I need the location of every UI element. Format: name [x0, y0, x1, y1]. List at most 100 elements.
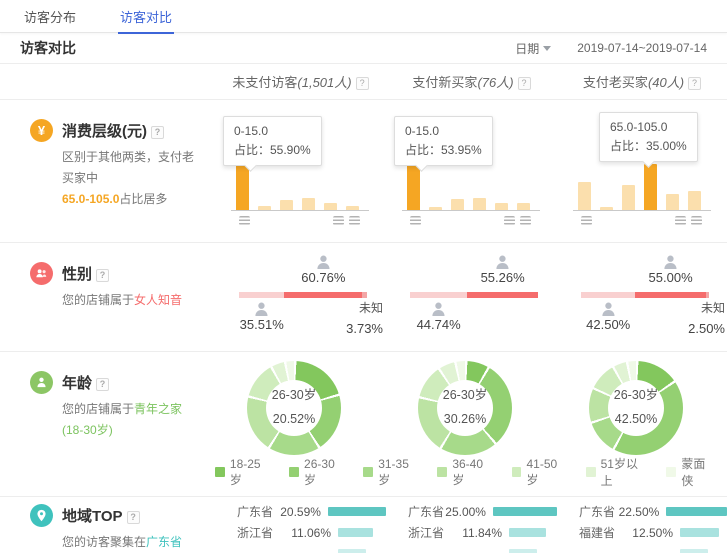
column-count: (76人): [477, 75, 513, 90]
male-percent: 42.50%: [586, 317, 630, 332]
female-stat: 55.00%: [649, 255, 693, 285]
consume-bar[interactable]: [324, 203, 337, 210]
region-bar: [328, 507, 386, 516]
region-row: 浙江省11.06%: [237, 522, 386, 543]
donut-chart[interactable]: 26-30岁 42.50%: [589, 361, 683, 455]
help-icon[interactable]: ?: [127, 511, 140, 524]
region-row: 福建省12.50%: [579, 522, 727, 543]
region-percent: 20.59%: [278, 505, 321, 519]
axis-label-glyph: [581, 216, 592, 225]
donut-chart[interactable]: 26-30岁 30.26%: [418, 361, 512, 455]
gender-chart-repeat-buyer: 55.00% 42.50% 未知 2.50%: [557, 243, 727, 351]
consume-bar[interactable]: [280, 200, 293, 210]
consume-bar[interactable]: [407, 164, 420, 210]
gender-highlight: 女人知音: [134, 293, 182, 307]
help-icon[interactable]: ?: [96, 269, 109, 282]
chart-tooltip: 0-15.0 占比：55.90%: [223, 116, 322, 166]
tooltip-share: 占比：53.95%: [405, 141, 482, 160]
date-dropdown[interactable]: 日期: [515, 40, 551, 57]
person-icon: [30, 371, 53, 394]
unknown-label: 未知: [346, 299, 383, 318]
legend-item[interactable]: 26-30岁: [289, 457, 346, 488]
consume-bar[interactable]: [644, 164, 657, 210]
region-bar: [680, 528, 719, 537]
legend-swatch: [586, 467, 596, 477]
legend-item[interactable]: 41-50岁: [512, 457, 569, 488]
region-row: [579, 543, 727, 553]
help-icon[interactable]: ?: [518, 77, 531, 90]
consume-bar[interactable]: [622, 185, 635, 210]
legend-label: 18-25岁: [230, 457, 272, 488]
region-row: 广东省25.00%: [408, 501, 557, 522]
legend-item[interactable]: 51岁以上: [586, 455, 650, 489]
region-row: 广东省20.59%: [237, 501, 386, 522]
consume-bar[interactable]: [688, 191, 701, 210]
consume-chart-repeat-buyer: 65.0-105.0 占比：35.00%: [557, 100, 727, 242]
donut-chart[interactable]: 26-30岁 20.52%: [247, 361, 341, 455]
consume-bar[interactable]: [258, 206, 271, 210]
region-left-panel: 地域TOP? 您的访客聚集在广东省: [0, 497, 215, 553]
consume-bar[interactable]: [302, 198, 315, 210]
age-left-panel: 年龄? 您的店铺属于青年之家(18-30岁): [0, 352, 215, 496]
yen-icon: ¥: [30, 119, 53, 142]
bar-chart[interactable]: [573, 163, 711, 211]
female-stat: 60.76%: [301, 255, 345, 285]
tooltip-share: 占比：55.90%: [234, 141, 311, 160]
donut-center-label: 26-30岁 42.50%: [589, 361, 683, 455]
region-name: 浙江省: [237, 524, 283, 541]
region-bar: [493, 507, 557, 516]
legend-swatch: [437, 467, 447, 477]
help-icon[interactable]: ?: [96, 378, 109, 391]
chart-tooltip: 0-15.0 占比：53.95%: [394, 116, 493, 166]
location-pin-icon: [30, 504, 53, 527]
legend-item[interactable]: 31-35岁: [363, 457, 420, 488]
axis-label-glyph: [410, 216, 421, 225]
unknown-percent: 3.73%: [346, 319, 383, 340]
region-name: 广东省: [579, 503, 618, 520]
consume-bar[interactable]: [517, 203, 530, 210]
consume-bar[interactable]: [429, 207, 442, 210]
region-bar: [338, 549, 366, 553]
row-age: 年龄? 您的店铺属于青年之家(18-30岁) 26-30岁 20.52% 26-…: [0, 352, 727, 497]
consume-chart-unpaid: 0-15.0 占比：55.90%: [215, 100, 386, 242]
male-percent: 44.74%: [417, 317, 461, 332]
gender-bar[interactable]: [239, 292, 367, 298]
gender-title: 性别?: [62, 263, 182, 284]
column-header-new-buyer: 支付新买家(76人)?: [386, 72, 557, 91]
tab-visitor-distribution[interactable]: 访客分布: [22, 0, 78, 34]
region-bar: [509, 549, 537, 553]
age-title: 年龄?: [62, 372, 201, 393]
region-bar: [680, 549, 708, 553]
help-icon[interactable]: ?: [688, 77, 701, 90]
legend-item[interactable]: 36-40岁: [437, 457, 494, 488]
tab-visitor-compare[interactable]: 访客对比: [118, 0, 174, 34]
female-percent: 55.26%: [481, 270, 525, 285]
help-icon[interactable]: ?: [151, 126, 164, 139]
gender-bar[interactable]: [410, 292, 538, 298]
date-range-picker[interactable]: 2019-07-14~2019-07-14: [577, 41, 707, 55]
gender-bar[interactable]: [581, 292, 709, 298]
consume-bar[interactable]: [236, 164, 249, 210]
consume-bar[interactable]: [451, 199, 464, 210]
tooltip-range: 0-15.0: [234, 122, 311, 141]
legend-item[interactable]: 蒙面侠: [666, 455, 717, 489]
region-bar: [338, 528, 373, 537]
legend-label: 31-35岁: [378, 457, 420, 488]
legend-item[interactable]: 18-25岁: [215, 457, 272, 488]
region-bar: [666, 507, 727, 516]
consume-bar[interactable]: [600, 207, 613, 210]
consume-bar[interactable]: [666, 194, 679, 210]
region-bar: [509, 528, 546, 537]
help-icon[interactable]: ?: [356, 77, 369, 90]
region-percent: 25.00%: [445, 505, 486, 519]
row-consume-level: ¥ 消费层级(元)? 区别于其他两类，支付老买家中 65.0-105.0占比居多…: [0, 100, 727, 243]
unknown-percent: 2.50%: [688, 319, 725, 340]
consume-bar[interactable]: [346, 206, 359, 210]
date-area: 日期 2019-07-14~2019-07-14: [515, 40, 707, 57]
region-row: 浙江省11.84%: [408, 522, 557, 543]
page-title: 访客对比: [20, 38, 76, 58]
region-row: [237, 543, 386, 553]
consume-bar[interactable]: [495, 203, 508, 210]
consume-bar[interactable]: [473, 198, 486, 210]
consume-bar[interactable]: [578, 182, 591, 210]
